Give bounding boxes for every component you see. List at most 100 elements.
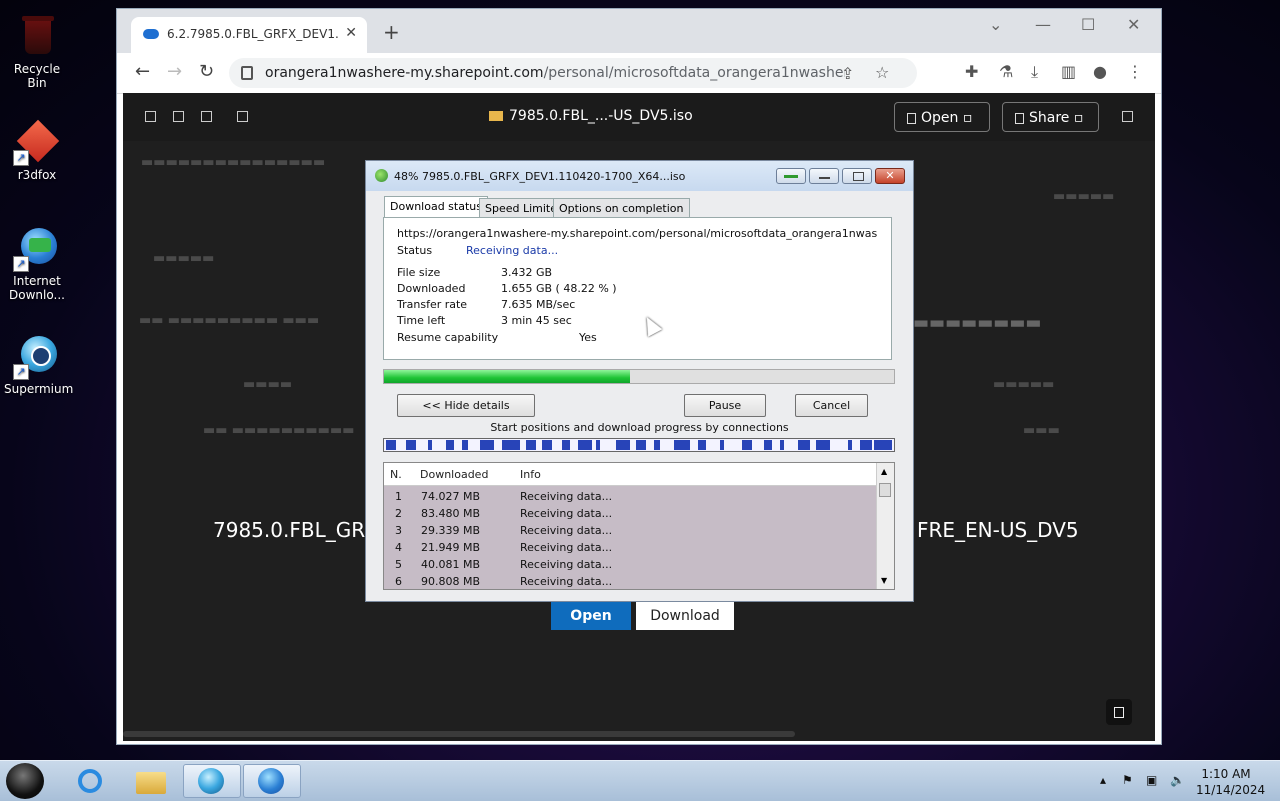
status-value: Receiving data...	[466, 244, 559, 257]
share-button[interactable]: Share ▫	[1002, 102, 1099, 132]
column-header-downloaded[interactable]: Downloaded	[420, 468, 488, 481]
viewer-more-icon[interactable]	[1122, 111, 1133, 122]
clock-time: 1:10 AM	[1201, 767, 1251, 781]
open-icon	[907, 113, 916, 124]
tab-options-on-completion[interactable]: Options on completion	[553, 198, 690, 218]
downloads-icon[interactable]: ⤓	[1031, 62, 1038, 82]
connection-downloaded: 90.808 MB	[421, 575, 481, 588]
download-progress-bar	[383, 369, 895, 384]
cancel-button[interactable]: Cancel	[795, 394, 868, 417]
viewer-corner-button[interactable]	[1106, 699, 1132, 725]
bookmark-star-icon[interactable]: ☆	[875, 63, 889, 82]
profile-avatar-icon[interactable]: ●	[1093, 62, 1107, 81]
network-icon[interactable]: ▣	[1146, 773, 1157, 787]
dialog-maximize-button[interactable]	[842, 168, 872, 184]
status-label: Status	[397, 244, 433, 257]
tab-download-status[interactable]: Download status	[384, 196, 488, 218]
to-tray-button[interactable]	[776, 168, 806, 184]
connection-segment	[860, 440, 872, 450]
desktop-icon-label: Recycle Bin	[13, 62, 61, 90]
download-progress-dialog: 48% 7985.0.FBL_GRFX_DEV1.110420-1700_X64…	[365, 160, 914, 602]
scroll-down-icon[interactable]: ▼	[881, 576, 887, 585]
connection-segment	[386, 440, 396, 450]
supermium-icon: ↗	[13, 334, 59, 380]
connection-row[interactable]: 5 40.081 MB Receiving data...	[384, 556, 876, 573]
close-tab-icon[interactable]: ✕	[345, 25, 357, 41]
shortcut-arrow-icon: ↗	[13, 364, 29, 380]
downloaded-label: Downloaded	[397, 282, 466, 295]
desktop-icon-r3dfox[interactable]: ↗ r3dfox	[4, 119, 70, 182]
desktop-icon-supermium[interactable]: ↗ Supermium	[4, 334, 73, 396]
open-menu-button[interactable]: Open ▫	[894, 102, 990, 132]
connection-number: 3	[395, 524, 402, 537]
taskbar-internet-download-manager[interactable]	[243, 764, 301, 798]
connection-row[interactable]: 1 74.027 MB Receiving data...	[384, 488, 876, 505]
zip-folder-icon	[489, 111, 503, 121]
system-clock[interactable]: 1:10 AM 11/14/2024	[1196, 766, 1265, 798]
taskbar-file-explorer[interactable]	[122, 764, 180, 798]
start-button[interactable]	[6, 763, 44, 799]
connection-row[interactable]: 2 83.480 MB Receiving data...	[384, 505, 876, 522]
viewer-tool-icon[interactable]	[173, 111, 184, 122]
flask-icon[interactable]: ⚗	[999, 62, 1013, 81]
scroll-up-icon[interactable]: ▲	[881, 467, 887, 476]
connection-downloaded: 74.027 MB	[421, 490, 481, 503]
extensions-puzzle-icon[interactable]: ✚	[965, 62, 978, 81]
close-window-icon[interactable]: ✕	[1127, 15, 1140, 34]
viewer-tool-icon[interactable]	[237, 111, 248, 122]
open-file-button[interactable]: Open	[551, 602, 631, 630]
connection-info: Receiving data...	[520, 575, 613, 588]
connection-row[interactable]: 6 90.808 MB Receiving data...	[384, 573, 876, 589]
viewer-tool-icon[interactable]	[145, 111, 156, 122]
tab-search-icon[interactable]: ⌄	[989, 15, 1002, 34]
connection-segment	[480, 440, 494, 450]
horizontal-scrollbar[interactable]	[123, 731, 795, 737]
column-header-number[interactable]: N.	[390, 468, 402, 481]
connection-segment	[764, 440, 772, 450]
show-hidden-icons[interactable]: ▴	[1100, 773, 1106, 787]
new-tab-icon[interactable]: +	[383, 20, 400, 44]
connection-segment	[636, 440, 646, 450]
download-file-button[interactable]: Download	[636, 602, 734, 630]
desktop-icon-internet-download-manager[interactable]: ↗ Internet Downlo...	[4, 226, 70, 302]
action-center-flag-icon[interactable]: ⚑	[1122, 773, 1133, 787]
connection-segment	[562, 440, 570, 450]
menu-kebab-icon[interactable]: ⋮	[1127, 62, 1143, 81]
taskbar: ▴ ⚑ ▣ 🔈 1:10 AM 11/14/2024	[0, 760, 1280, 801]
column-header-info[interactable]: Info	[520, 468, 541, 481]
minimize-icon[interactable]: —	[1035, 15, 1051, 34]
connection-row[interactable]: 4 21.949 MB Receiving data...	[384, 539, 876, 556]
browser-tab[interactable]: 6.2.7985.0.FBL_GRFX_DEV1.1104 ✕	[131, 17, 367, 53]
desktop-icon-recycle-bin[interactable]: Recycle Bin	[4, 14, 70, 90]
share-page-icon[interactable]: ⇪	[841, 64, 854, 83]
reload-icon[interactable]: ↻	[199, 61, 214, 82]
time-left-label: Time left	[397, 314, 446, 327]
scrollbar-thumb[interactable]	[879, 483, 891, 497]
resume-capability-label: Resume capability	[397, 331, 499, 344]
list-vertical-scrollbar[interactable]: ▲ ▼	[876, 463, 894, 589]
back-icon[interactable]: ←	[135, 61, 150, 82]
forward-icon[interactable]: →	[167, 61, 182, 82]
viewer-tool-icon[interactable]	[201, 111, 212, 122]
connection-segment	[674, 440, 690, 450]
taskbar-supermium[interactable]	[183, 764, 241, 798]
connection-segment	[742, 440, 752, 450]
maximize-icon[interactable]: ☐	[1081, 15, 1095, 34]
pause-button[interactable]: Pause	[684, 394, 766, 417]
connection-downloaded: 21.949 MB	[421, 541, 481, 554]
recycle-bin-icon	[15, 14, 59, 58]
connection-info: Receiving data...	[520, 541, 613, 554]
connection-downloaded: 29.339 MB	[421, 524, 481, 537]
dialog-title-bar[interactable]: 48% 7985.0.FBL_GRFX_DEV1.110420-1700_X64…	[366, 161, 913, 191]
connection-row[interactable]: 3 29.339 MB Receiving data...	[384, 522, 876, 539]
address-bar[interactable]: orangera1nwashere-my.sharepoint.com/pers…	[229, 58, 917, 88]
connection-segment	[720, 440, 724, 450]
taskbar-internet-explorer[interactable]	[62, 764, 120, 798]
side-panel-icon[interactable]: ▥	[1061, 62, 1076, 81]
progress-fill	[384, 370, 630, 383]
dialog-minimize-button[interactable]	[809, 168, 839, 184]
volume-muted-icon[interactable]: 🔈	[1170, 773, 1185, 787]
dialog-close-button[interactable]: ✕	[875, 168, 905, 184]
hide-details-button[interactable]: << Hide details	[397, 394, 535, 417]
desktop-icon-label: r3dfox	[17, 168, 57, 182]
